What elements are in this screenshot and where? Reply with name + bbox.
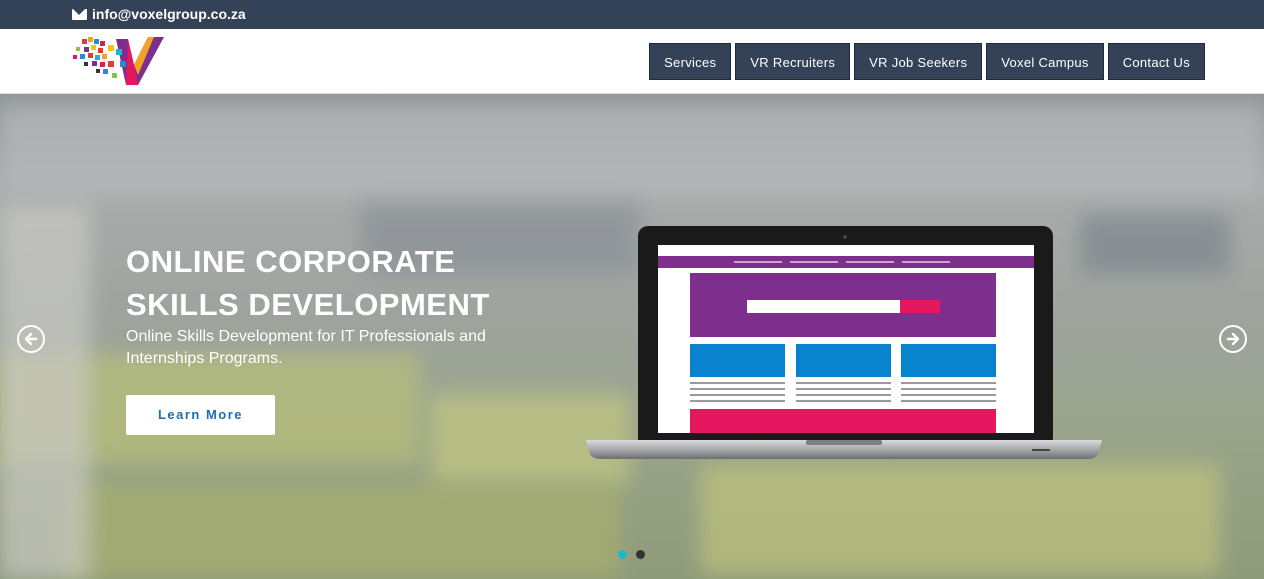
voxel-logo[interactable] xyxy=(72,35,166,87)
hero-title-line: ONLINE CORPORATE xyxy=(126,244,456,279)
background-desk xyxy=(700,464,1220,574)
nav-contact-us[interactable]: Contact Us xyxy=(1107,43,1205,80)
nav-vr-recruiters[interactable]: VR Recruiters xyxy=(735,43,851,80)
nav-services[interactable]: Services xyxy=(649,43,732,80)
learn-more-button[interactable]: Learn More xyxy=(126,395,275,435)
nav-voxel-campus[interactable]: Voxel Campus xyxy=(986,43,1104,80)
email-contact[interactable]: info@voxelgroup.co.za xyxy=(72,6,246,22)
carousel-dot-1[interactable] xyxy=(618,550,627,559)
hero-title-line: SKILLS DEVELOPMENT xyxy=(126,287,490,322)
background-desk xyxy=(60,484,620,579)
main-navbar: Services VR Recruiters VR Job Seekers Vo… xyxy=(0,29,1264,94)
hero-title: ONLINE CORPORATE SKILLS DEVELOPMENT xyxy=(126,240,596,326)
laptop-illustration xyxy=(586,226,1102,459)
top-bar: info@voxelgroup.co.za xyxy=(0,0,1264,29)
hero-subtitle: Online Skills Development for IT Profess… xyxy=(126,328,486,367)
next-slide-arrow-icon[interactable] xyxy=(1219,325,1247,353)
background-window xyxy=(0,104,1264,194)
carousel-indicators xyxy=(618,550,645,559)
mail-icon xyxy=(72,8,87,20)
background-screen xyxy=(1080,214,1230,274)
nav-menu: Services VR Recruiters VR Job Seekers Vo… xyxy=(649,43,1205,80)
carousel-dot-2[interactable] xyxy=(636,550,645,559)
email-text[interactable]: info@voxelgroup.co.za xyxy=(92,6,246,22)
prev-slide-arrow-icon[interactable] xyxy=(17,325,45,353)
nav-vr-job-seekers[interactable]: VR Job Seekers xyxy=(854,43,983,80)
hero-slider: ONLINE CORPORATE SKILLS DEVELOPMENT Onli… xyxy=(0,94,1264,579)
background-wall xyxy=(0,204,90,579)
